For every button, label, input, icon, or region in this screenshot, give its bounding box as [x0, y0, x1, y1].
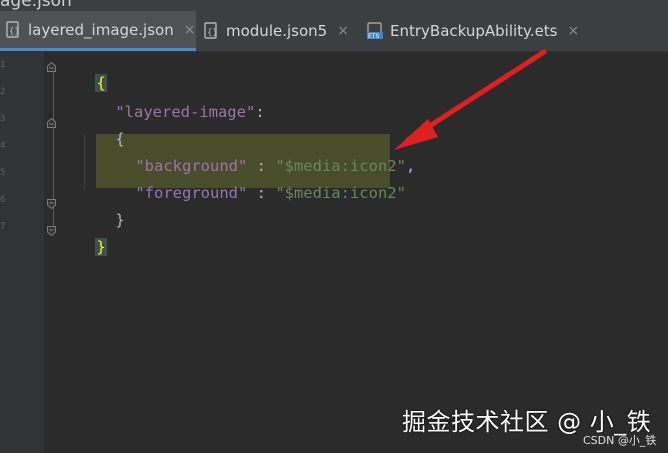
annotation-arrow-icon	[394, 49, 547, 150]
watermark-secondary: CSDN @小_铁	[583, 434, 657, 447]
